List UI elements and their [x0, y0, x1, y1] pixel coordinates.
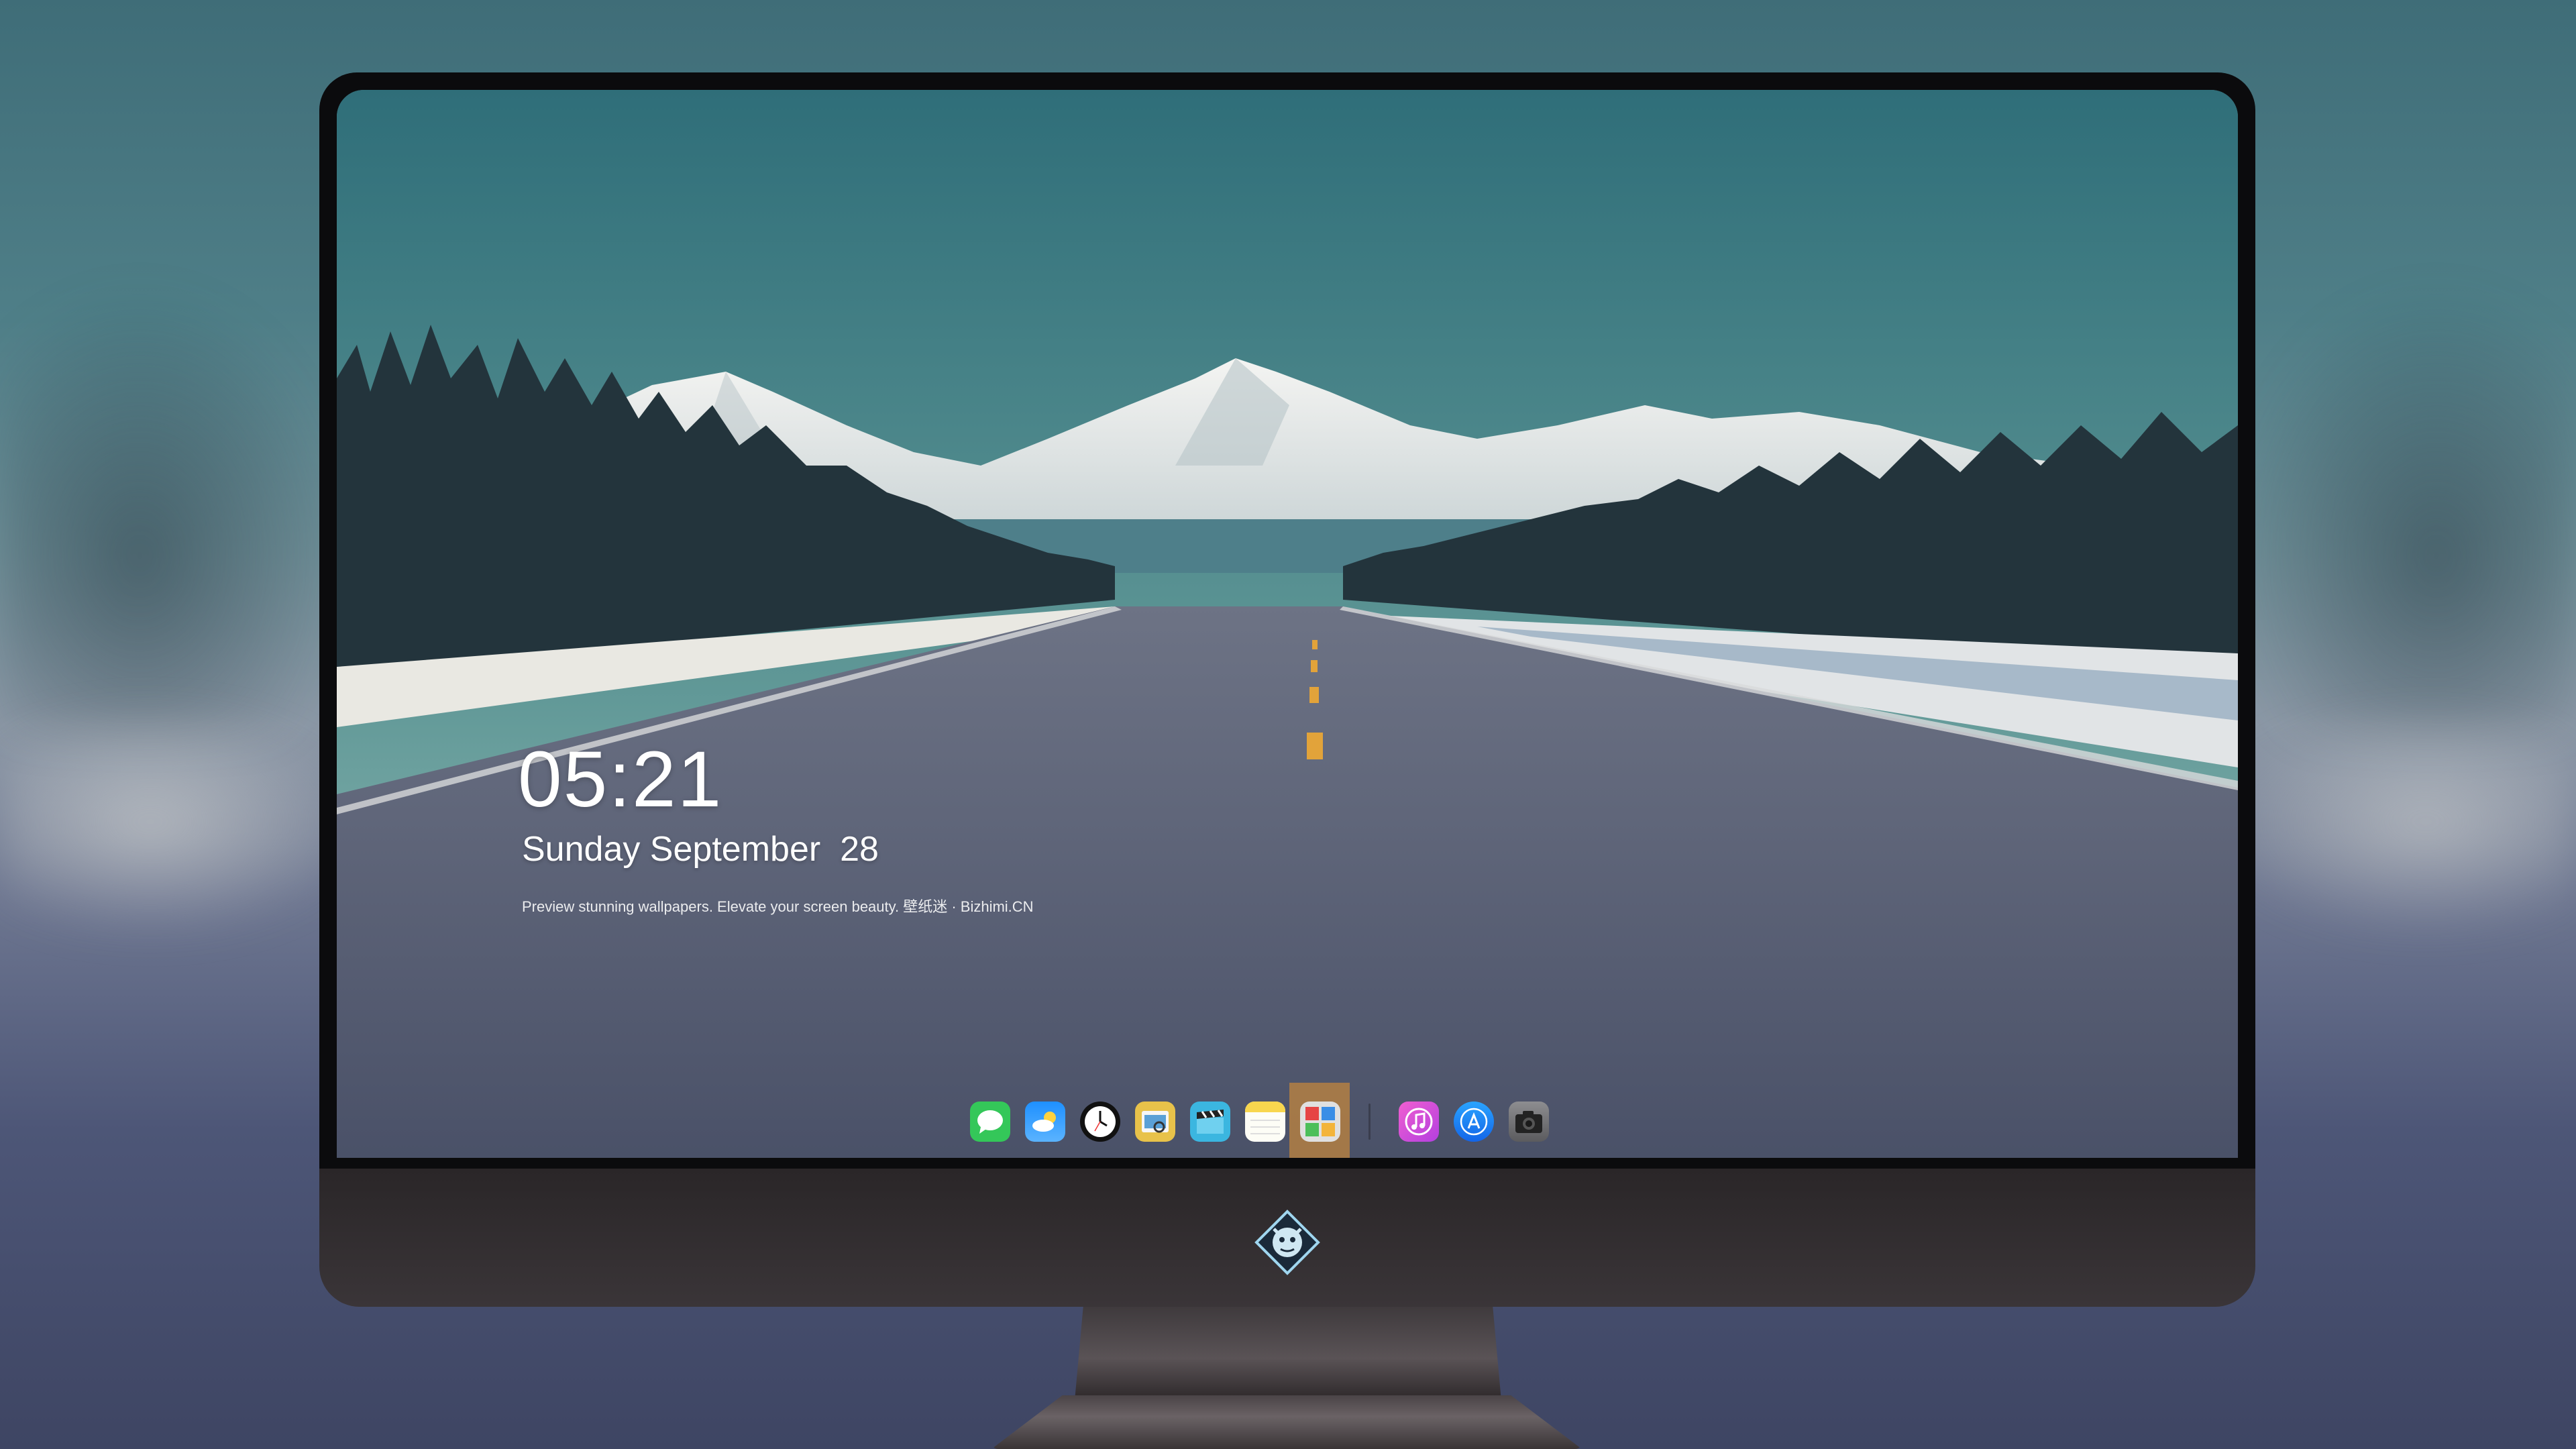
camera-icon[interactable]	[1509, 1102, 1549, 1142]
lock-date: Sunday September 28	[522, 830, 879, 869]
itunes-icon[interactable]	[1399, 1102, 1439, 1142]
photo-booth-icon[interactable]	[1300, 1102, 1340, 1142]
wallpaper	[337, 90, 2238, 1158]
wallpaper-tagline: Preview stunning wallpapers. Elevate you…	[522, 898, 1034, 915]
preview-icon[interactable]	[1135, 1102, 1175, 1142]
monitor-stand-neck	[1075, 1307, 1501, 1401]
clips-icon[interactable]	[1190, 1102, 1230, 1142]
weather-icon[interactable]	[1025, 1102, 1065, 1142]
lock-clock: 05:21	[518, 735, 723, 824]
monitor-bezel: 05:21 Sunday September 28 Preview stunni…	[319, 72, 2255, 1169]
monitor-chin	[319, 1169, 2255, 1307]
backdrop-blur-trees-left	[0, 282, 349, 738]
backdrop-blur-trees-right	[2227, 282, 2576, 738]
notes-icon[interactable]	[1245, 1102, 1285, 1142]
backdrop-blur-snow-right	[2200, 704, 2576, 939]
clock-icon[interactable]	[1080, 1102, 1120, 1142]
brand-logo-icon	[1254, 1210, 1320, 1275]
monitor-stand-base	[991, 1395, 1582, 1449]
dock	[963, 1095, 1556, 1148]
monitor: 05:21 Sunday September 28 Preview stunni…	[319, 72, 2255, 1307]
app-store-icon[interactable]	[1454, 1102, 1494, 1142]
screen: 05:21 Sunday September 28 Preview stunni…	[337, 90, 2238, 1158]
dock-separator	[1368, 1104, 1371, 1140]
messages-icon[interactable]	[970, 1102, 1010, 1142]
